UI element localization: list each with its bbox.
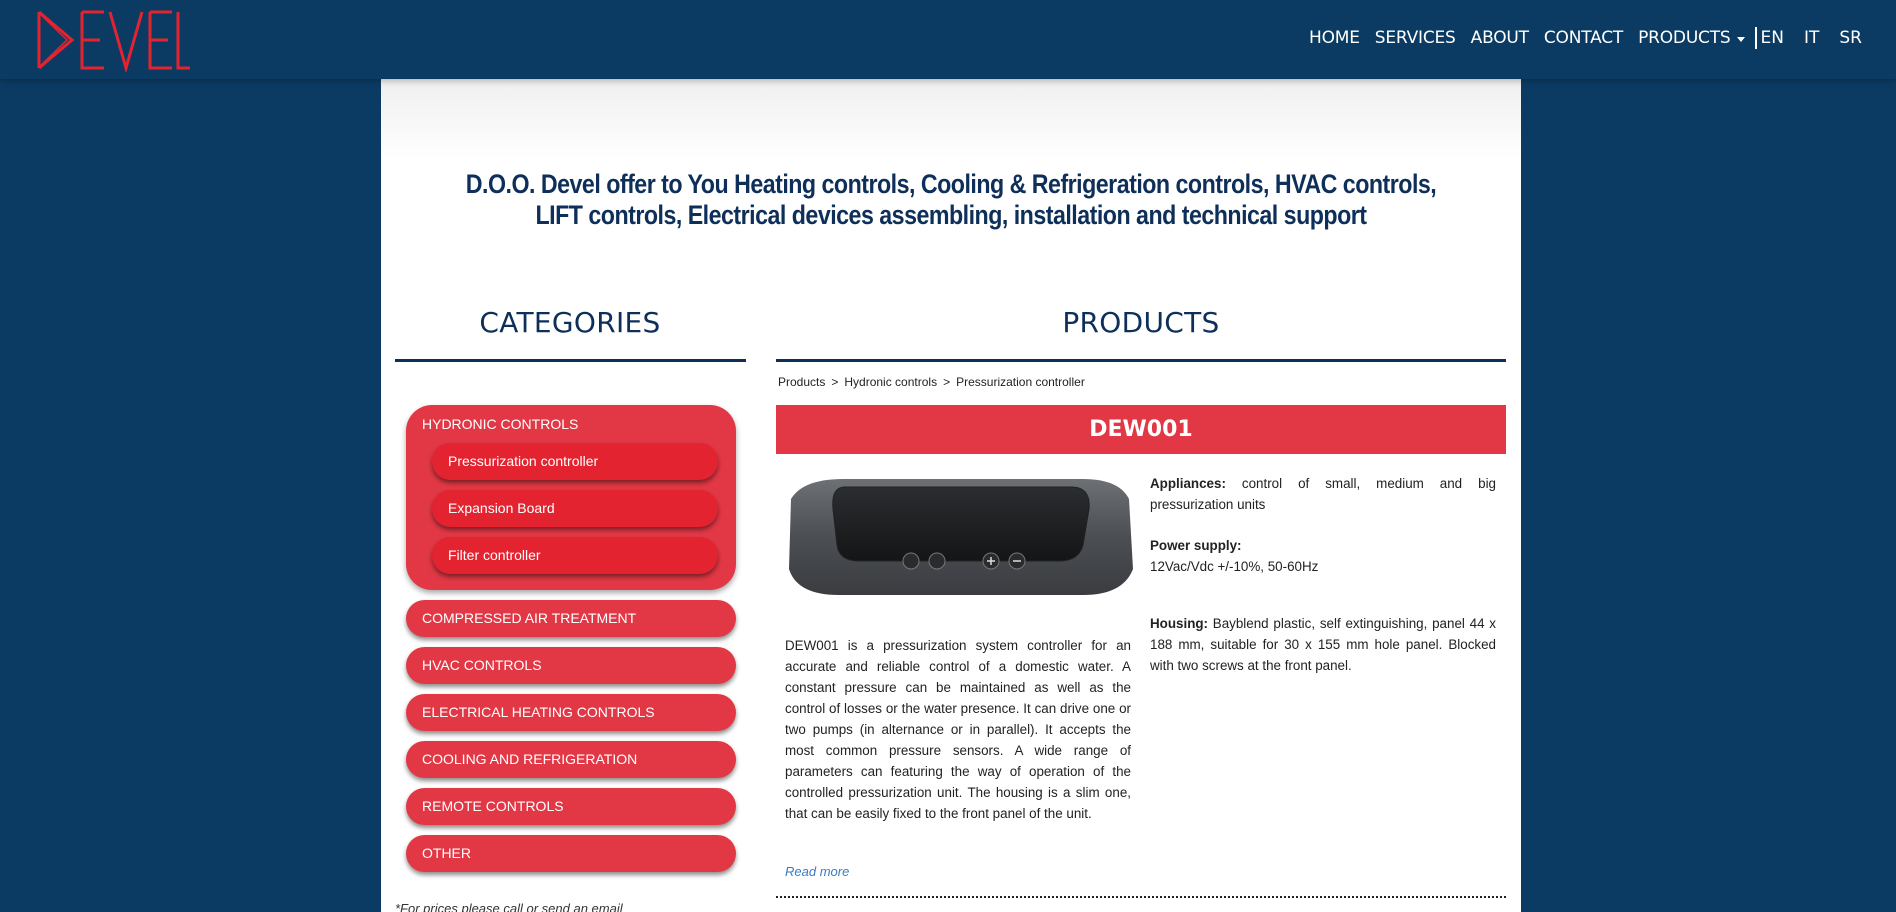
categories-list: HYDRONIC CONTROLS Pressurization control…: [406, 405, 736, 872]
breadcrumb-separator: >: [943, 375, 951, 389]
subcategory-filter-controller[interactable]: Filter controller: [432, 537, 718, 574]
category-cooling-and-refrigeration[interactable]: COOLING AND REFRIGERATION: [406, 741, 736, 778]
company-name: D.O.O. Devel: [465, 169, 601, 199]
spec-power-value: 12Vac/Vdc +/-10%, 50-60Hz: [1150, 559, 1319, 574]
breadcrumb-hydronic-controls[interactable]: Hydronic controls: [844, 375, 937, 389]
category-hydronic-controls[interactable]: HYDRONIC CONTROLS: [422, 405, 720, 443]
product-description: DEW001 is a pressurization system contro…: [785, 638, 1131, 821]
spec-power-supply: Power supply: 12Vac/Vdc +/-10%, 50-60Hz: [1150, 535, 1496, 577]
product-title: DEW001: [776, 405, 1506, 454]
spec-appliances: Appliances: control of small, medium and…: [1150, 473, 1496, 515]
products-divider: [776, 359, 1506, 362]
spec-appliances-label: Appliances:: [1150, 476, 1226, 491]
product-specs: Appliances: control of small, medium and…: [1150, 473, 1496, 696]
spec-housing: Housing: Bayblend plastic, self extingui…: [1150, 613, 1496, 676]
breadcrumb-pressurization-controller[interactable]: Pressurization controller: [956, 375, 1085, 389]
navbar: HOME SERVICES ABOUT CONTACT PRODUCTS EN …: [0, 0, 1896, 79]
breadcrumb: Products > Hydronic controls > Pressurizatio…: [778, 375, 1085, 389]
nav-home[interactable]: HOME: [1309, 28, 1360, 48]
lang-en[interactable]: EN: [1761, 28, 1784, 48]
breadcrumb-separator: >: [831, 375, 839, 389]
content-panel: D.O.O. Devel offer to You Heating contro…: [381, 79, 1521, 912]
nav-products-label: PRODUCTS: [1638, 28, 1731, 48]
categories-divider: [395, 359, 746, 362]
category-remote-controls[interactable]: REMOTE CONTROLS: [406, 788, 736, 825]
products-heading: PRODUCTS: [1062, 306, 1220, 339]
product-image: [789, 479, 1133, 595]
nav-divider: [1754, 27, 1757, 49]
prices-footnote: *For prices please call or send an email: [395, 901, 623, 912]
nav-services[interactable]: SERVICES: [1375, 28, 1456, 48]
category-compressed-air-treatment[interactable]: COMPRESSED AIR TREATMENT: [406, 600, 736, 637]
category-hvac-controls[interactable]: HVAC CONTROLS: [406, 647, 736, 684]
lang-it[interactable]: IT: [1804, 28, 1819, 48]
subcategory-pressurization-controller[interactable]: Pressurization controller: [432, 443, 718, 480]
subcategory-expansion-board[interactable]: Expansion Board: [432, 490, 718, 527]
lang-sr[interactable]: SR: [1839, 28, 1862, 48]
devel-logo[interactable]: [34, 6, 190, 72]
spec-power-label: Power supply:: [1150, 538, 1242, 553]
nav-about[interactable]: ABOUT: [1471, 28, 1529, 48]
read-more-link[interactable]: Read more: [785, 864, 849, 879]
category-other[interactable]: OTHER: [406, 835, 736, 872]
product-separator: [776, 896, 1506, 898]
category-group-hydronic: HYDRONIC CONTROLS Pressurization control…: [406, 405, 736, 590]
nav-contact[interactable]: CONTACT: [1544, 28, 1623, 48]
company-headline: D.O.O. Devel offer to You Heating contro…: [461, 169, 1441, 231]
nav-menu: HOME SERVICES ABOUT CONTACT PRODUCTS EN …: [1294, 27, 1862, 49]
nav-products-dropdown[interactable]: PRODUCTS: [1638, 28, 1745, 48]
category-electrical-heating-controls[interactable]: ELECTRICAL HEATING CONTROLS: [406, 694, 736, 731]
breadcrumb-products[interactable]: Products: [778, 375, 825, 389]
caret-down-icon: [1736, 36, 1745, 42]
categories-heading: CATEGORIES: [479, 306, 661, 339]
spec-housing-label: Housing:: [1150, 616, 1209, 631]
headline-text: offer to You Heating controls, Cooling &…: [535, 169, 1437, 230]
